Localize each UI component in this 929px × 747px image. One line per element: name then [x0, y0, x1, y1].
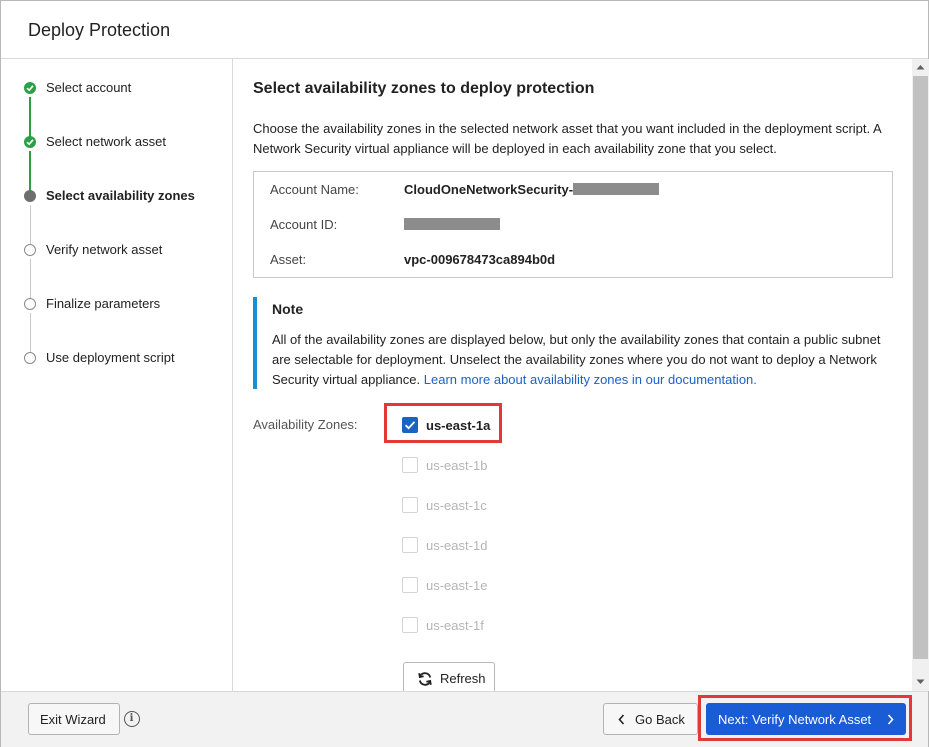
check-icon	[24, 82, 36, 94]
note-text: All of the availability zones are displa…	[272, 330, 892, 390]
zone-label: us-east-1d	[426, 538, 488, 553]
step-use-deployment-script: Use deployment script	[1, 348, 233, 370]
main-content: Select availability zones to deploy prot…	[234, 59, 912, 691]
chevron-left-icon	[618, 714, 625, 725]
exit-wizard-button[interactable]: Exit Wizard	[28, 703, 120, 735]
step-select-network-asset[interactable]: Select network asset	[1, 132, 233, 154]
step-select-account[interactable]: Select account	[1, 78, 233, 100]
step-label: Select availability zones	[46, 188, 195, 203]
note-title: Note	[272, 301, 304, 317]
scroll-down-arrow-icon[interactable]	[912, 674, 929, 691]
section-title: Select availability zones to deploy prot…	[253, 80, 595, 97]
zone-label: us-east-1f	[426, 618, 484, 633]
zone-us-east-1b: us-east-1b	[402, 456, 542, 476]
go-back-button[interactable]: Go Back	[603, 703, 698, 735]
zone-checkbox	[402, 537, 418, 553]
highlight-box	[698, 695, 912, 741]
redacted-block	[573, 183, 660, 195]
step-verify-network-asset: Verify network asset	[1, 240, 233, 262]
highlight-box	[384, 403, 502, 443]
step-label: Finalize parameters	[46, 296, 161, 311]
check-icon	[24, 136, 36, 148]
account-name-value: CloudOneNetworkSecurity-	[404, 182, 660, 197]
account-info-box: Account Name: CloudOneNetworkSecurity- A…	[253, 171, 893, 278]
refresh-icon	[418, 672, 432, 686]
dialog-header: Deploy Protection	[1, 1, 928, 59]
scroll-up-arrow-icon[interactable]	[912, 59, 929, 76]
zone-us-east-1e: us-east-1e	[402, 576, 542, 596]
scrollbar-thumb[interactable]	[913, 76, 928, 659]
info-icon[interactable]: i	[124, 711, 140, 727]
account-name-label: Account Name:	[270, 182, 359, 197]
section-description: Choose the availability zones in the sel…	[253, 121, 881, 156]
documentation-link[interactable]: Learn more about availability zones in o…	[424, 372, 757, 387]
go-back-label: Go Back	[635, 712, 685, 727]
zone-checkbox	[402, 577, 418, 593]
zone-us-east-1c: us-east-1c	[402, 496, 542, 516]
account-id-value	[404, 217, 500, 232]
zone-label: us-east-1b	[426, 458, 488, 473]
pending-step-icon	[24, 298, 36, 310]
zone-checkbox	[402, 617, 418, 633]
step-select-availability-zones[interactable]: Select availability zones	[1, 186, 233, 208]
wizard-steps-sidebar: Select account Select network asset Sele…	[1, 59, 233, 691]
refresh-button[interactable]: Refresh	[403, 662, 495, 691]
deploy-protection-dialog: Deploy Protection Select account Select …	[0, 0, 929, 747]
account-id-label: Account ID:	[270, 217, 338, 232]
pending-step-icon	[24, 244, 36, 256]
zone-label: us-east-1e	[426, 578, 488, 593]
step-label: Select network asset	[46, 134, 166, 149]
pending-step-icon	[24, 352, 36, 364]
zone-checkbox	[402, 497, 418, 513]
availability-zones-label: Availability Zones:	[253, 417, 358, 432]
account-name-text: CloudOneNetworkSecurity-	[404, 182, 574, 197]
step-label: Select account	[46, 80, 132, 95]
redacted-block	[404, 218, 500, 230]
zone-us-east-1d: us-east-1d	[402, 536, 542, 556]
asset-value: vpc-009678473ca894b0d	[404, 252, 556, 267]
zone-us-east-1f: us-east-1f	[402, 616, 542, 636]
zone-checkbox	[402, 457, 418, 473]
step-label: Verify network asset	[46, 242, 163, 257]
dialog-title: Deploy Protection	[28, 20, 171, 40]
zone-label: us-east-1c	[426, 498, 487, 513]
refresh-label: Refresh	[440, 671, 486, 686]
step-label: Use deployment script	[46, 350, 175, 365]
note-callout: Note All of the availability zones are d…	[253, 297, 893, 389]
step-finalize-parameters: Finalize parameters	[1, 294, 233, 316]
exit-wizard-label: Exit Wizard	[40, 712, 106, 727]
vertical-scrollbar[interactable]	[912, 59, 929, 691]
current-step-icon	[24, 190, 36, 202]
asset-label: Asset:	[270, 252, 307, 267]
